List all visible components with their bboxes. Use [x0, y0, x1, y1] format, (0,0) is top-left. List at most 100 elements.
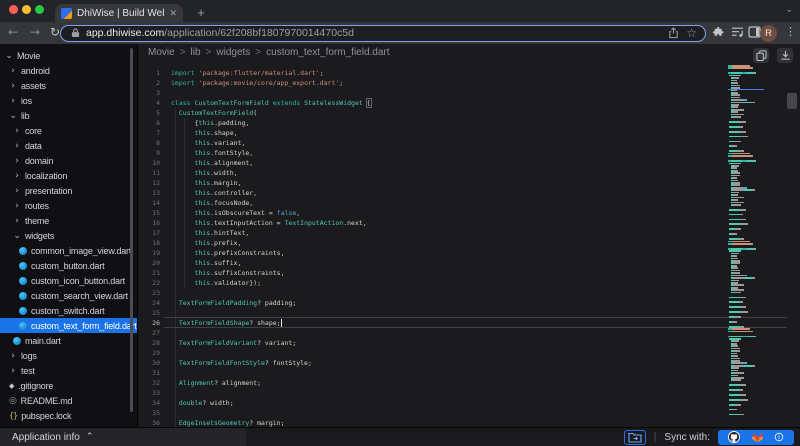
code-line-26[interactable]: 26 TextFormFieldShape? shape; [138, 318, 800, 328]
back-button[interactable]: ← [8, 25, 18, 39]
tree-item-main-dart[interactable]: main.dart [0, 333, 137, 348]
tree-item-routes[interactable]: ›routes [0, 198, 137, 213]
tree-item-custom-search-view-dart[interactable]: custom_search_view.dart [0, 288, 137, 303]
export-folder-button[interactable] [624, 430, 646, 445]
tree-item-data[interactable]: ›data [0, 138, 137, 153]
breadcrumb-item[interactable]: lib [191, 47, 201, 58]
address-bar[interactable]: app.dhiwise.com/application/62f208bf1807… [60, 25, 706, 42]
code-token [171, 229, 194, 237]
profile-avatar[interactable]: R [760, 25, 777, 42]
tree-item-lib[interactable]: ⌄lib [0, 108, 137, 123]
code-line-33[interactable]: 33 [138, 388, 800, 398]
code-line-18[interactable]: 18 this.prefix, [138, 238, 800, 248]
code-line-29[interactable]: 29 [138, 348, 800, 358]
code-line-10[interactable]: 10 this.alignment, [138, 158, 800, 168]
line-number: 29 [138, 349, 160, 357]
code-line-20[interactable]: 20 this.suffix, [138, 258, 800, 268]
code-line-7[interactable]: 7 this.shape, [138, 128, 800, 138]
tree-item-readme-md[interactable]: ◎README.md [0, 393, 137, 408]
tree-item-logs[interactable]: ›logs [0, 348, 137, 363]
tree-item-custom-text-form-field-dart[interactable]: custom_text_form_field.dart [0, 318, 137, 333]
code-line-12[interactable]: 12 this.margin, [138, 178, 800, 188]
application-info-button[interactable]: Application info ⌃ [0, 428, 246, 446]
code-line-14[interactable]: 14 this.focusNode, [138, 198, 800, 208]
code-line-36[interactable]: 36 EdgeInsetsGeometry? margin; [138, 418, 800, 427]
tree-item-custom-icon-button-dart[interactable]: custom_icon_button.dart [0, 273, 137, 288]
code-line-31[interactable]: 31 [138, 368, 800, 378]
code-line-5[interactable]: 5 CustomTextFormField( [138, 108, 800, 118]
code-line-1[interactable]: 1import 'package:flutter/material.dart'; [138, 68, 800, 78]
forward-button[interactable]: → [30, 25, 40, 39]
tree-item-movie[interactable]: ⌄Movie [0, 48, 137, 63]
code-line-6[interactable]: 6 {this.padding, [138, 118, 800, 128]
close-window-button[interactable] [9, 5, 18, 14]
code-line-34[interactable]: 34 double? width; [138, 398, 800, 408]
sidebar-scrollbar[interactable] [130, 48, 133, 412]
minimize-window-button[interactable] [22, 5, 31, 14]
sync-info-icon[interactable] [774, 432, 784, 442]
browser-tab[interactable]: DhiWise | Build Web Apps & M ✕ [55, 4, 183, 22]
copy-code-button[interactable] [753, 48, 769, 63]
code-line-8[interactable]: 8 this.variant, [138, 138, 800, 148]
breadcrumb-item[interactable]: custom_text_form_field.dart [266, 47, 389, 58]
minimap[interactable] [728, 65, 764, 422]
tree-item-core[interactable]: ›core [0, 123, 137, 138]
code-line-21[interactable]: 21 this.suffixConstraints, [138, 268, 800, 278]
media-controls-icon[interactable] [731, 26, 744, 38]
tree-item-widgets[interactable]: ⌄widgets [0, 228, 137, 243]
code-line-11[interactable]: 11 this.width, [138, 168, 800, 178]
code-line-16[interactable]: 16 this.textInputAction = TextInputActio… [138, 218, 800, 228]
code-line-28[interactable]: 28 TextFormFieldVariant? variant; [138, 338, 800, 348]
minimap-bar [752, 189, 755, 191]
code-line-23[interactable]: 23 [138, 288, 800, 298]
tree-item-presentation[interactable]: ›presentation [0, 183, 137, 198]
github-icon[interactable] [728, 431, 740, 443]
new-tab-button[interactable]: + [192, 4, 210, 22]
tree-item-localization[interactable]: ›localization [0, 168, 137, 183]
code-line-13[interactable]: 13 this.controller, [138, 188, 800, 198]
tree-item-test[interactable]: ›test [0, 363, 137, 378]
maximize-window-button[interactable] [35, 5, 44, 14]
reload-button[interactable]: ↻ [50, 25, 60, 39]
browser-menu-icon[interactable]: ⋮ [785, 25, 796, 38]
code-line-19[interactable]: 19 this.prefixConstraints, [138, 248, 800, 258]
lock-icon[interactable] [71, 28, 80, 38]
tree-item--gitignore[interactable]: ◆.gitignore [0, 378, 137, 393]
code-line-4[interactable]: 4class CustomTextFormField extends State… [138, 98, 800, 108]
tree-item-android[interactable]: ›android [0, 63, 137, 78]
minimap-bar [733, 97, 739, 99]
close-tab-icon[interactable]: ✕ [169, 8, 177, 19]
code-token [171, 179, 194, 187]
code-line-15[interactable]: 15 this.isObscureText = false, [138, 208, 800, 218]
code-line-32[interactable]: 32 Alignment? alignment; [138, 378, 800, 388]
code-line-17[interactable]: 17 this.hintText, [138, 228, 800, 238]
code-line-9[interactable]: 9 this.fontStyle, [138, 148, 800, 158]
chevron-right-icon: › [13, 201, 21, 211]
window-chevron-icon[interactable]: ⌄ [785, 5, 793, 15]
editor-scrollbar-thumb[interactable] [787, 93, 797, 109]
tree-item-domain[interactable]: ›domain [0, 153, 137, 168]
share-icon[interactable] [668, 27, 679, 39]
tree-item-ios[interactable]: ›ios [0, 93, 137, 108]
code-line-30[interactable]: 30 TextFormFieldFontStyle? fontStyle; [138, 358, 800, 368]
extensions-puzzle-icon[interactable] [712, 26, 725, 39]
bookmark-star-icon[interactable]: ☆ [686, 26, 697, 40]
download-code-button[interactable] [777, 48, 793, 63]
tree-item-pubspec-lock[interactable]: {}pubspec.lock [0, 408, 137, 423]
tree-item-common-image-view-dart[interactable]: common_image_view.dart [0, 243, 137, 258]
breadcrumb-item[interactable]: widgets [216, 47, 250, 58]
code-line-27[interactable]: 27 [138, 328, 800, 338]
code-line-2[interactable]: 2import 'package:movie/core/app_export.d… [138, 78, 800, 88]
code-text: this.suffix, [171, 259, 241, 267]
code-line-22[interactable]: 22 this.validator}); [138, 278, 800, 288]
code-line-24[interactable]: 24 TextFormFieldPadding? padding; [138, 298, 800, 308]
code-line-3[interactable]: 3 [138, 88, 800, 98]
tree-item-assets[interactable]: ›assets [0, 78, 137, 93]
breadcrumb-item[interactable]: Movie [148, 47, 175, 58]
tree-item-theme[interactable]: ›theme [0, 213, 137, 228]
tree-item-custom-button-dart[interactable]: custom_button.dart [0, 258, 137, 273]
code-line-35[interactable]: 35 [138, 408, 800, 418]
gitlab-icon[interactable] [751, 431, 764, 444]
code-token: 'package:movie/core/app_export.dart' [198, 79, 339, 87]
tree-item-custom-switch-dart[interactable]: custom_switch.dart [0, 303, 137, 318]
